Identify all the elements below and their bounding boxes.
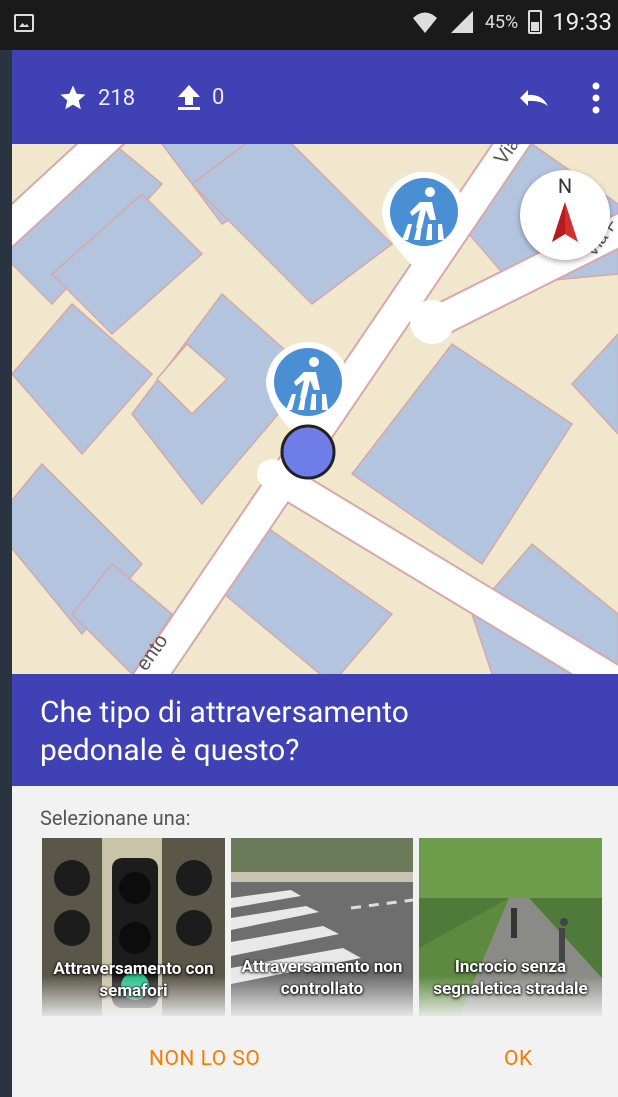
uploads-count: 0 [212,84,225,110]
map-view[interactable]: Via Via F ento N [12,144,618,674]
battery-percent: 45% [484,11,519,33]
option-label: Attraversamento con semafori [53,959,214,1001]
compass-needle-icon [552,202,578,242]
current-location-dot [280,424,336,480]
gallery-notification-icon [14,14,34,32]
undo-icon[interactable] [516,86,552,110]
star-icon [60,85,86,110]
overflow-menu-icon[interactable] [592,82,600,114]
option-unmarked-crossing[interactable]: Incrocio senza segnaletica stradale [419,838,602,1016]
signal-icon [450,11,473,33]
option-label: Attraversamento non controllato [241,957,403,999]
answer-options-panel: Selezionane una: Attraversamento con sem… [12,786,618,1017]
upload-icon [178,85,200,110]
quest-question-title: Che tipo di attraversamento pedonale è q… [40,695,409,768]
quest-question-banner: Che tipo di attraversamento pedonale è q… [12,674,618,786]
wifi-icon [412,12,437,33]
dont-know-button[interactable]: NON LO SO [149,1047,260,1071]
app-toolbar: 218 0 [12,50,618,144]
uploads-counter[interactable]: 0 [176,83,224,111]
stars-count: 218 [98,85,136,111]
select-one-hint: Selezionane una: [40,806,191,830]
option-uncontrolled-crossing[interactable]: Attraversamento non controllato [231,838,413,1016]
option-traffic-signals[interactable]: Attraversamento con semafori [42,838,225,1016]
ok-button[interactable]: OK [504,1047,533,1071]
battery-icon [528,10,543,34]
option-label: Incrocio senza segnaletica stradale [433,957,588,999]
clock: 19:33 [552,8,612,36]
dialog-actions: NON LO SO OK [12,1017,618,1097]
compass-button[interactable]: N [520,170,610,260]
stars-counter[interactable]: 218 [58,83,135,113]
status-bar: 45% 19:33 [0,0,618,50]
pedestrian-crossing-icon[interactable] [382,172,466,276]
